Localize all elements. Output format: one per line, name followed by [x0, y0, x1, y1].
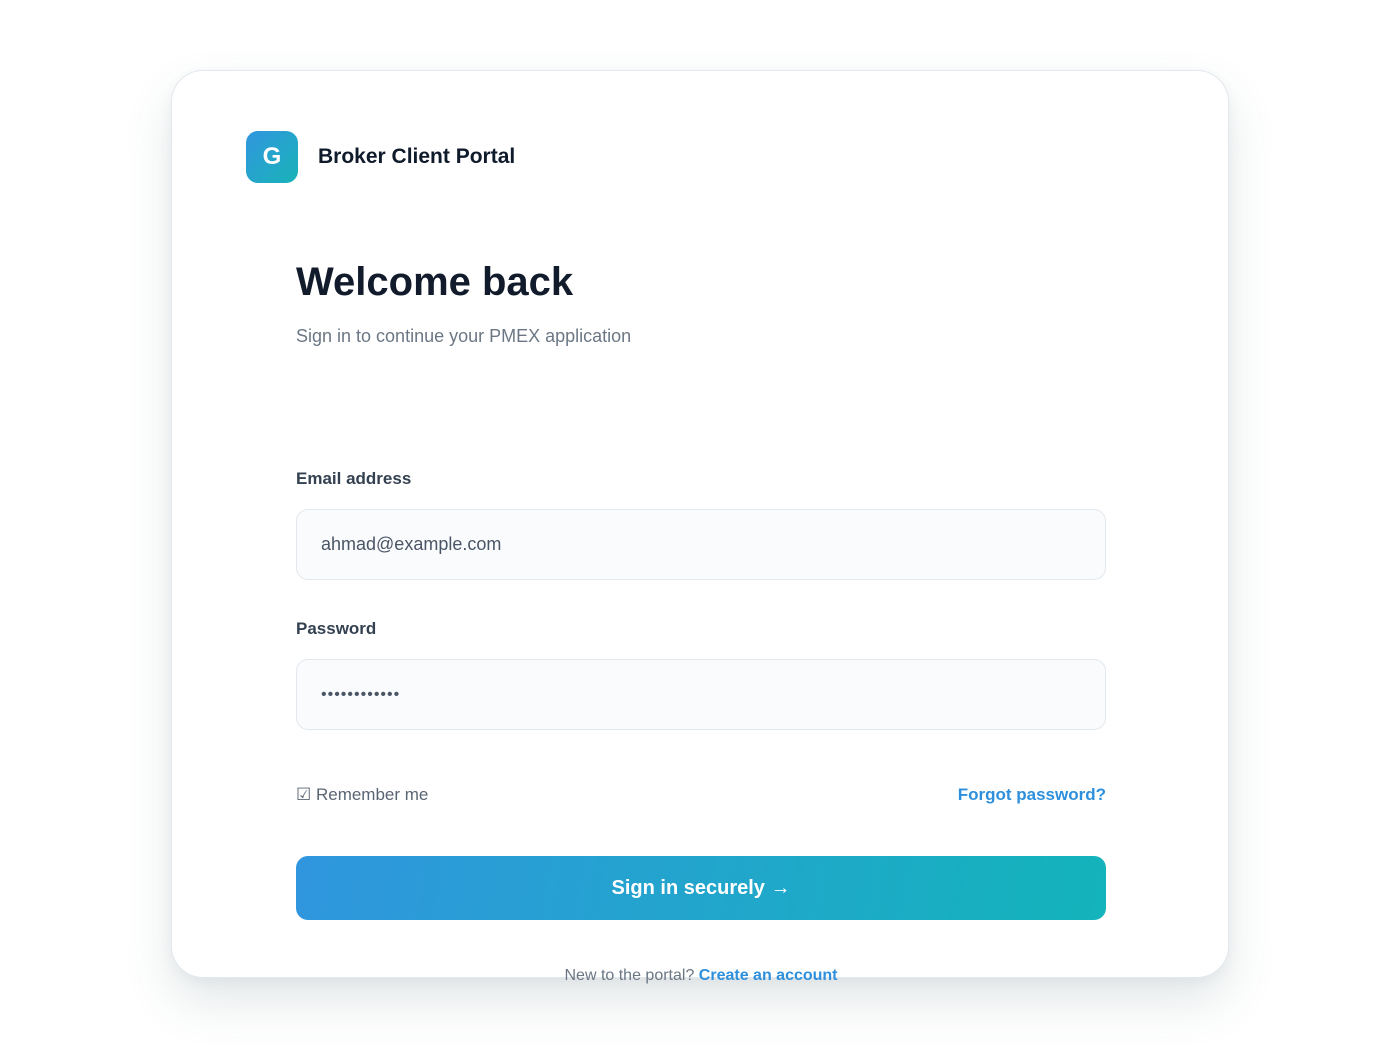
signup-prompt-text: New to the portal?: [564, 967, 695, 984]
form-options: ☑ Remember me Forgot password?: [296, 783, 1106, 807]
brand-logo-icon: G: [246, 131, 298, 183]
brand-name: Broker Client Portal: [318, 145, 516, 168]
page-subtitle: Sign in to continue your PMEX applicatio…: [296, 326, 632, 346]
password-label: Password: [296, 619, 377, 638]
email-label: Email address: [296, 469, 412, 488]
create-account-link[interactable]: Create an account: [699, 967, 838, 984]
brand-header: G Broker Client Portal: [246, 131, 515, 183]
signup-prompt: New to the portal? Create an account: [296, 967, 1106, 985]
remember-me-checkbox[interactable]: ☑ Remember me: [296, 785, 428, 805]
forgot-password-link[interactable]: Forgot password?: [958, 785, 1106, 805]
sign-in-button[interactable]: Sign in securely →: [296, 856, 1106, 920]
password-field[interactable]: ••••••••••••: [296, 659, 1106, 730]
email-field[interactable]: [296, 509, 1106, 580]
page-title: Welcome back: [296, 260, 574, 304]
login-card: G Broker Client Portal Welcome back Sign…: [171, 70, 1229, 984]
